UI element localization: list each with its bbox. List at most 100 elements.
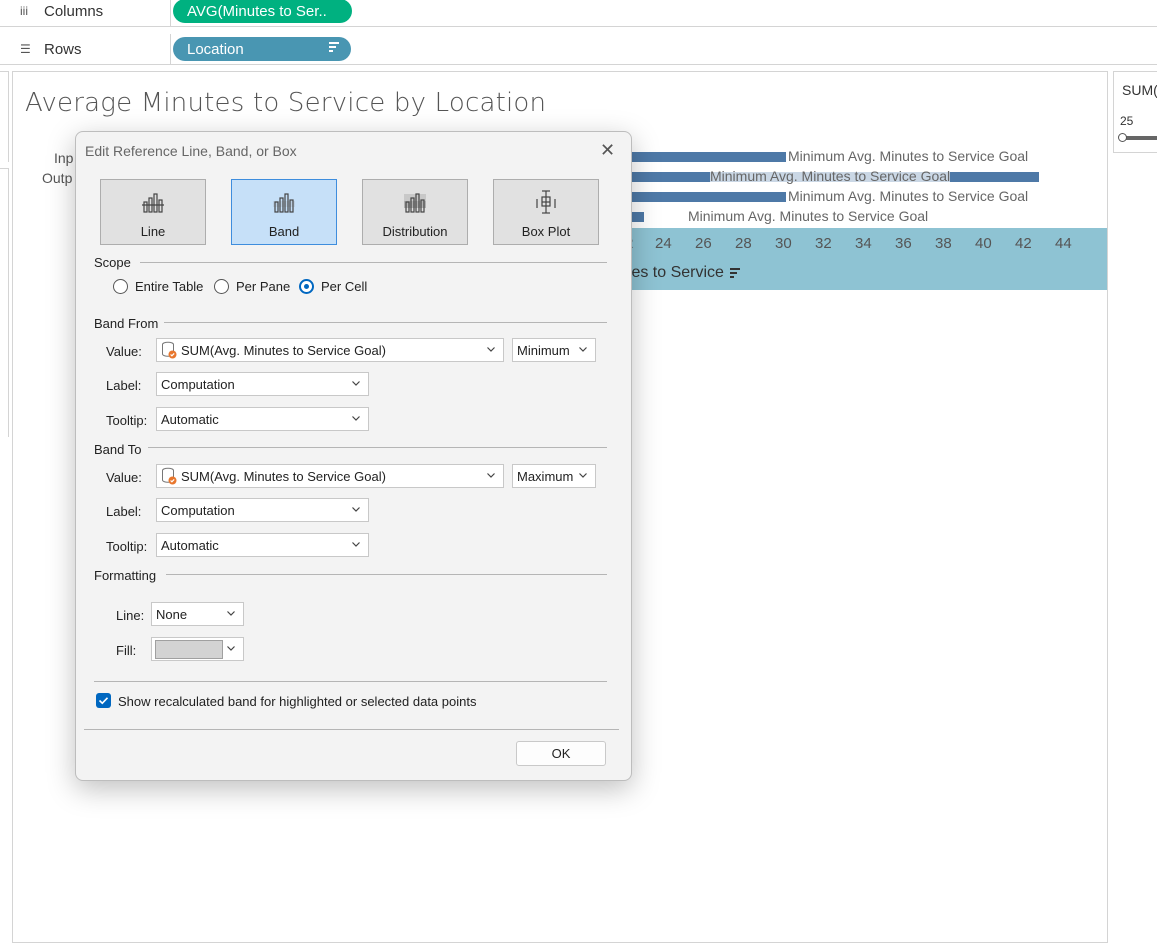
select-value: None	[156, 606, 188, 622]
rows-pill-text: Location	[187, 40, 244, 58]
scope-per-pane-radio[interactable]: Per Pane	[214, 279, 290, 294]
chevron-down-icon	[487, 473, 495, 478]
recalculated-band-label: Show recalculated band for highlighted o…	[118, 694, 477, 709]
axis-tick: 32	[815, 235, 832, 252]
row-label-outpatient: Outp	[42, 170, 73, 186]
scope-heading: Scope	[94, 255, 131, 270]
chevron-down-icon	[227, 611, 235, 616]
band-to-heading: Band To	[94, 442, 142, 457]
fill-color-select[interactable]	[151, 637, 244, 661]
chevron-down-icon	[227, 646, 235, 651]
chevron-down-icon	[487, 347, 495, 352]
band-to-value-label: Value:	[106, 470, 142, 485]
band-to-tooltip-label: Tooltip:	[106, 539, 148, 554]
radio-label: Per Cell	[321, 279, 368, 294]
band-from-aggregation-select[interactable]: Minimum	[512, 338, 596, 362]
sort-icon	[329, 42, 339, 54]
chevron-down-icon	[352, 542, 360, 547]
type-distribution-label: Distribution	[382, 224, 448, 239]
axis-title[interactable]: tes to Service	[627, 264, 724, 282]
legend-slider-handle[interactable]	[1118, 133, 1127, 142]
legend-value: 25	[1120, 114, 1134, 128]
select-value: Maximum	[517, 468, 574, 484]
left-panel-strip	[0, 71, 9, 162]
chevron-down-icon	[579, 473, 587, 478]
rows-pill[interactable]: Location	[173, 37, 351, 61]
radio-icon	[113, 279, 128, 294]
band-to-label-select[interactable]: Computation	[156, 498, 369, 522]
divider	[84, 729, 619, 730]
close-icon[interactable]: ✕	[600, 140, 615, 161]
fill-color-swatch	[155, 639, 223, 659]
columns-shelf: iii Columns AVG(Minutes to Ser..	[0, 0, 1157, 27]
formatting-heading: Formatting	[94, 568, 157, 583]
band-from-tooltip-label: Tooltip:	[106, 413, 148, 428]
reference-band-label: Minimum Avg. Minutes to Service Goal	[688, 208, 929, 224]
bar[interactable]	[621, 152, 786, 162]
divider	[166, 574, 607, 575]
type-band-label: Band	[268, 224, 300, 239]
checkmark-icon	[98, 697, 109, 705]
chevron-down-icon	[352, 381, 360, 386]
rows-label-text: Rows	[44, 40, 82, 58]
divider	[140, 262, 607, 263]
band-to-value-select[interactable]: SUM(Avg. Minutes to Service Goal)	[156, 464, 504, 488]
band-to-label-label: Label:	[106, 504, 142, 519]
axis-tick: 24	[655, 235, 672, 252]
reference-band-label: Minimum Avg. Minutes to Service Goal	[788, 148, 1029, 164]
chevron-down-icon	[352, 416, 360, 421]
type-band-button[interactable]: Band	[231, 179, 337, 245]
sort-icon[interactable]	[730, 268, 740, 280]
select-value: Computation	[161, 376, 235, 392]
size-legend: SUM( 25	[1113, 71, 1157, 153]
bar[interactable]	[621, 192, 786, 202]
band-icon	[232, 180, 336, 214]
database-icon	[162, 467, 177, 485]
dialog-title: Edit Reference Line, Band, or Box	[85, 143, 297, 159]
ok-button[interactable]: OK	[516, 741, 606, 766]
radio-label: Entire Table	[135, 279, 204, 294]
recalculated-band-checkbox[interactable]	[96, 693, 111, 708]
type-line-button[interactable]: Line	[100, 179, 206, 245]
type-distribution-button[interactable]: Distribution	[362, 179, 468, 245]
select-value: Minimum	[517, 342, 570, 358]
reference-band-label: Minimum Avg. Minutes to Service Goal	[788, 188, 1029, 204]
rows-icon: ☰	[20, 42, 31, 56]
band-to-aggregation-select[interactable]: Maximum	[512, 464, 596, 488]
divider	[94, 681, 607, 682]
scope-per-cell-radio[interactable]: Per Cell	[299, 279, 367, 294]
select-value: SUM(Avg. Minutes to Service Goal)	[181, 468, 386, 484]
rows-shelf-label: ☰ Rows	[0, 34, 171, 64]
axis-tick: 42	[1015, 235, 1032, 252]
type-box-plot-button[interactable]: Box Plot	[493, 179, 599, 245]
columns-icon: iii	[20, 4, 28, 18]
fill-format-label: Fill:	[116, 643, 137, 658]
columns-pill[interactable]: AVG(Minutes to Ser..	[173, 0, 352, 23]
band-from-tooltip-select[interactable]: Automatic	[156, 407, 369, 431]
select-value: Automatic	[161, 537, 219, 553]
line-format-select[interactable]: None	[151, 602, 244, 626]
database-icon	[162, 341, 177, 359]
line-format-label: Line:	[116, 608, 145, 623]
columns-label-text: Columns	[44, 2, 104, 20]
axis-tick: 30	[775, 235, 792, 252]
divider	[164, 322, 607, 323]
radio-selected-icon	[299, 279, 314, 294]
band-to-tooltip-select[interactable]: Automatic	[156, 533, 369, 557]
radio-icon	[214, 279, 229, 294]
band-from-label-select[interactable]: Computation	[156, 372, 369, 396]
type-line-label: Line	[140, 224, 166, 239]
box-plot-icon	[494, 180, 598, 214]
columns-shelf-label: iii Columns	[0, 0, 171, 26]
divider	[148, 447, 607, 448]
distribution-icon	[363, 180, 467, 214]
chevron-down-icon	[352, 507, 360, 512]
axis-tick: 40	[975, 235, 992, 252]
legend-slider-track[interactable]	[1122, 136, 1157, 140]
band-from-value-select[interactable]: SUM(Avg. Minutes to Service Goal)	[156, 338, 504, 362]
edit-reference-dialog: Edit Reference Line, Band, or Box ✕ Line…	[75, 131, 632, 781]
axis-tick: 28	[735, 235, 752, 252]
scope-entire-table-radio[interactable]: Entire Table	[113, 279, 203, 294]
band-from-value-label: Value:	[106, 344, 142, 359]
rows-shelf: ☰ Rows Location	[0, 34, 1157, 65]
